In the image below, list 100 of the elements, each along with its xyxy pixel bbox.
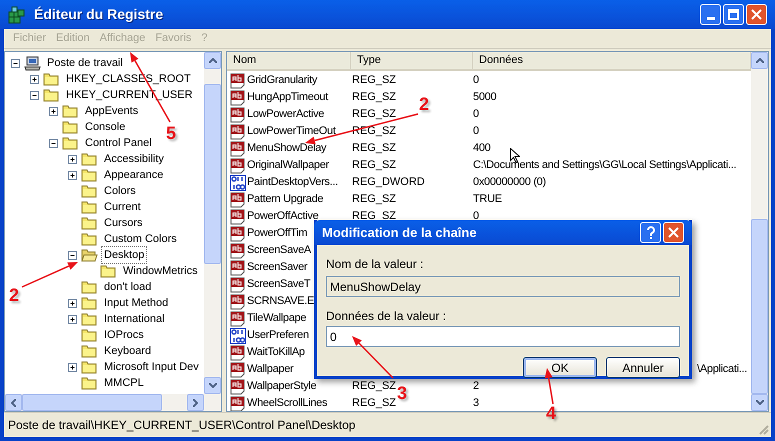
horizontal-scrollbar[interactable] [5,394,221,411]
folder-icon [81,232,98,246]
tree-item[interactable]: Poste de travail [45,54,125,72]
expand-icon[interactable] [30,74,39,84]
text-value-icon [230,124,246,140]
scroll-left-button[interactable] [5,394,22,411]
folder-icon [43,88,60,102]
tree-item[interactable]: WindowMetrics [121,262,200,280]
tree-item[interactable]: Desktop [102,246,146,264]
scroll-up-button[interactable] [751,52,768,69]
value-name[interactable]: ScreenSaveT [247,276,310,293]
value-name[interactable]: ScreenSaver [247,259,308,276]
collapse-icon[interactable] [49,138,58,148]
value-name[interactable]: LowPowerTimeOut [247,123,336,140]
tree-item[interactable]: Keyboard [102,342,154,360]
annotation-arrow [544,368,554,404]
text-value-icon [230,260,246,276]
tree-item[interactable]: Console [83,118,128,136]
value-name[interactable]: LowPowerActive [247,106,324,123]
table-cell: REG_SZ [352,380,396,392]
tree-item[interactable]: Cursors [102,214,145,232]
value-name[interactable]: GridGranularity [247,72,318,89]
folder-icon [62,104,79,118]
tree-item[interactable]: Accessibility [102,150,166,168]
help-button[interactable] [640,222,661,243]
value-name[interactable]: Pattern Upgrade [247,191,324,208]
vertical-scrollbar[interactable] [751,52,768,411]
table-cell-text: \Applicati... [697,362,747,378]
value-name[interactable]: WallpaperStyle [247,378,316,395]
expand-icon[interactable] [68,314,77,324]
folder-icon [100,264,117,278]
value-name[interactable]: MenuShowDelay [247,140,326,157]
dialog-button[interactable]: OK [523,357,597,378]
close-button[interactable] [746,4,767,25]
value-name[interactable]: HungAppTimeout [247,89,328,106]
tree-item[interactable]: Colors [102,182,138,200]
dialog-button[interactable]: Annuler [606,357,680,378]
expand-icon[interactable] [49,106,58,116]
scroll-thumb[interactable] [204,84,221,264]
tree-item[interactable]: Current [102,198,143,216]
value-name[interactable]: WheelScrollLines [247,395,328,411]
column-header[interactable]: Type [351,52,473,69]
step-number: 2 [419,95,430,113]
expand-icon[interactable] [68,154,77,164]
resize-grip-icon[interactable] [757,423,769,435]
text-value-icon [230,276,246,292]
tree-item[interactable]: Control Panel [83,134,154,152]
table-cell-text: 3 [473,396,479,411]
tree-item[interactable]: International [102,310,167,328]
window-title: Éditeur du Registre [34,5,164,24]
tree-item[interactable]: don't load [102,278,154,296]
value-name[interactable]: Wallpaper [247,361,294,378]
collapse-icon[interactable] [30,90,39,100]
value-name[interactable]: SCRNSAVE.E [247,293,314,310]
table-cell-text: 0 [473,107,479,122]
table-cell-text: 0x00000000 (0) [473,175,546,190]
scroll-up-button[interactable] [204,52,221,69]
tree-item[interactable]: Custom Colors [102,230,179,248]
tree-item[interactable]: Appearance [102,166,166,184]
column-header[interactable]: Nom [227,52,351,69]
close-icon [751,9,762,20]
expand-icon[interactable] [68,362,77,372]
table-cell: REG_SZ [352,210,396,222]
folder-icon [81,328,98,342]
table-cell: REG_SZ [352,142,396,154]
value-name-field[interactable]: MenuShowDelay [326,276,680,297]
scroll-thumb[interactable] [751,219,768,394]
value-name[interactable]: ScreenSaveA [247,242,311,259]
collapse-icon[interactable] [68,250,77,260]
scroll-down-button[interactable] [204,377,221,394]
value-name[interactable]: PowerOffActive [247,208,318,225]
table-cell: REG_SZ [352,397,396,410]
binary-value-icon [230,328,246,344]
field-label: Données de la valeur : [326,308,448,323]
expand-icon[interactable] [68,298,77,308]
field-label: Nom de la valeur : [326,256,424,271]
value-name[interactable]: TileWallpape [247,310,306,327]
value-data-field[interactable]: 0 [326,326,680,347]
text-value-icon [230,226,246,242]
minimize-button[interactable] [700,4,721,25]
scroll-right-button[interactable] [187,394,204,411]
collapse-icon[interactable] [11,58,20,68]
value-name[interactable]: UserPreferen [247,327,309,344]
vertical-scrollbar[interactable] [204,52,221,394]
scroll-down-button[interactable] [751,394,768,411]
tree-item[interactable]: Input Method [102,294,170,312]
close-button[interactable] [663,222,684,243]
tree-item[interactable]: IOProcs [102,326,146,344]
tree-item[interactable]: Microsoft Input Dev [102,358,201,376]
value-name[interactable]: OriginalWallpaper [247,157,329,174]
value-name[interactable]: WaitToKillAp [247,344,305,361]
maximize-button[interactable] [723,4,744,25]
value-name[interactable]: PowerOffTim [247,225,308,242]
folder-icon [81,344,98,358]
scroll-thumb[interactable] [22,394,162,411]
expand-icon[interactable] [68,170,77,180]
tree-item[interactable]: AppEvents [83,102,140,120]
folder-icon [62,136,79,150]
value-name[interactable]: PaintDesktopVers... [247,174,338,191]
tree-item[interactable]: MMCPL [102,374,146,392]
